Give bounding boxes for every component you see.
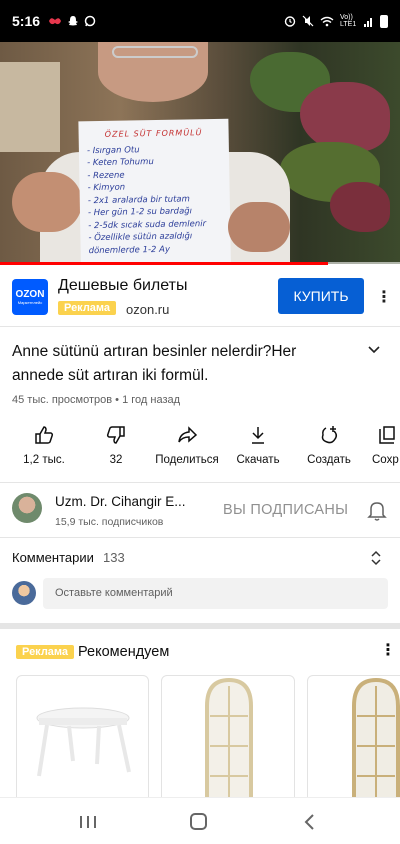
action-row: 1,2 тыс. 32 Поделиться Скачать Создать С… [0, 424, 400, 474]
ad-badge: Реклама [16, 645, 75, 659]
buy-button[interactable]: КУПИТЬ [278, 278, 364, 314]
status-bar: 5:16 Vo)) LTE1 [0, 0, 400, 42]
create-button[interactable]: Создать [295, 424, 363, 466]
ozon-logo-text: OZON [15, 289, 45, 300]
back-icon[interactable] [303, 814, 315, 830]
subscribed-button[interactable]: ВЫ ПОДПИСАНЫ [223, 502, 348, 518]
signal-icon [364, 17, 372, 27]
user-avatar [12, 581, 36, 605]
meta-separator: • [115, 394, 120, 406]
divider [0, 537, 400, 538]
dislike-button[interactable]: 32 [82, 424, 150, 466]
mirror-image [205, 677, 253, 804]
divider [0, 482, 400, 483]
create-label: Создать [307, 454, 351, 466]
background-wall [0, 62, 60, 152]
create-icon [321, 426, 338, 444]
download-button[interactable]: Скачать [224, 424, 292, 466]
presenter-glasses [112, 46, 198, 58]
product-card[interactable] [161, 675, 295, 805]
subscriber-count: 15,9 тыс. подписчиков [55, 516, 164, 528]
handwritten-note: ÖZEL SÜT FORMÜLÜ - Isırgan Otu - Keten T… [78, 118, 232, 264]
system-nav-bar [0, 797, 400, 844]
dislike-icon [106, 426, 125, 444]
video-player[interactable]: ÖZEL SÜT FORMÜLÜ - Isırgan Otu - Keten T… [0, 42, 400, 264]
comments-count: 133 [103, 550, 125, 565]
home-icon[interactable] [190, 813, 207, 830]
battery-icon [380, 14, 388, 28]
presenter-hand [12, 172, 82, 232]
recommended-title: Рекомендуем [78, 644, 170, 660]
plant-leaf [330, 182, 390, 232]
bell-icon[interactable] [367, 500, 387, 522]
like-icon [35, 426, 54, 444]
status-system-icons: Vo)) LTE1 [284, 14, 388, 28]
product-card[interactable] [307, 675, 400, 805]
plant-leaf [300, 82, 390, 152]
recommended-more-icon[interactable]: ⋮ [380, 640, 396, 660]
presenter-hand [228, 202, 290, 252]
download-icon [252, 427, 264, 444]
whatsapp-icon [84, 15, 96, 27]
channel-avatar[interactable] [12, 493, 42, 523]
comment-input[interactable]: Оставьте комментарий [43, 578, 388, 609]
share-button[interactable]: Поделиться [153, 424, 221, 466]
save-label: Сохр [372, 454, 399, 466]
view-count: 45 тыс. просмотров [12, 394, 113, 406]
mirror-image [352, 677, 400, 804]
ad-badge: Реклама [58, 301, 117, 315]
expand-collapse-icon[interactable] [370, 550, 382, 566]
note-line: dönemlerde 1-2 Ay [88, 244, 171, 256]
chevron-down-icon[interactable] [367, 343, 381, 357]
video-title[interactable]: Anne sütünü artıran besinler nelerdir?He… [12, 340, 352, 388]
share-icon [178, 426, 198, 443]
wifi-icon [320, 16, 334, 26]
comments-label[interactable]: Комментарии [12, 550, 94, 565]
network-label: Vo)) LTE1 [340, 14, 357, 28]
section-divider [0, 623, 400, 629]
alarm-icon [284, 16, 296, 27]
product-card[interactable] [16, 675, 149, 805]
snapchat-icon [68, 16, 79, 26]
status-notification-icons [48, 15, 96, 27]
save-icon [379, 426, 395, 444]
mute-icon [302, 15, 314, 27]
note-line: - 2-5dk sıcak suda demlenir [88, 218, 207, 231]
ad-title: Дешевые билеты [58, 277, 188, 294]
dislike-count: 32 [109, 454, 123, 466]
channel-name[interactable]: Uzm. Dr. Cihangir E... [55, 494, 186, 509]
status-time: 5:16 [12, 13, 41, 29]
ad-domain: ozon.ru [126, 302, 170, 317]
ozon-logo: OZON Маркетплейс [12, 279, 48, 315]
like-button[interactable]: 1,2 тыс. [10, 424, 78, 466]
note-title: ÖZEL SÜT FORMÜLÜ [104, 128, 203, 139]
ad-more-icon[interactable]: ⋮ [376, 287, 392, 307]
save-button[interactable]: Сохр [366, 424, 400, 466]
upload-age: 1 год назад [122, 394, 181, 406]
like-count: 1,2 тыс. [23, 454, 65, 466]
share-label: Поделиться [155, 454, 219, 466]
video-meta: 45 тыс. просмотров • 1 год назад [12, 394, 180, 406]
recent-apps-icon[interactable] [79, 815, 97, 829]
ad-banner[interactable]: OZON Маркетплейс Дешевые билеты Реклама … [0, 265, 400, 327]
download-label: Скачать [236, 454, 280, 466]
table-image [36, 707, 131, 777]
notification-icon [49, 18, 62, 25]
ozon-logo-subtext: Маркетплейс [17, 300, 43, 305]
